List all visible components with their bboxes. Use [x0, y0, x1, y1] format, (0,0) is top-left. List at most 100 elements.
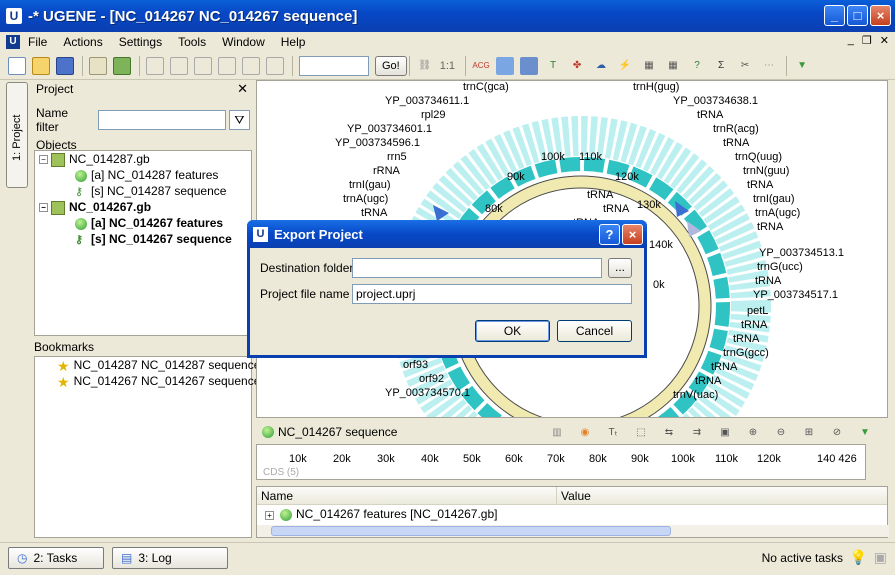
filter-funnel-icon[interactable]: ⛛: [228, 110, 250, 130]
column-header-value[interactable]: Value: [557, 487, 591, 504]
collapse-icon[interactable]: −: [39, 155, 48, 165]
new-project-icon[interactable]: [8, 56, 26, 75]
select-range-icon[interactable]: ⬚: [632, 423, 650, 441]
menu-help[interactable]: Help: [281, 35, 314, 49]
sum-icon[interactable]: Σ: [712, 57, 730, 75]
search-pattern-icon[interactable]: [89, 56, 107, 75]
menu-window[interactable]: Window: [222, 35, 273, 49]
find-repeats-icon[interactable]: [496, 56, 515, 75]
bookmark-item[interactable]: ★ NC_014287 NC_014287 sequence: [35, 357, 260, 374]
project-side-tab[interactable]: 1: Project: [6, 82, 28, 188]
copy-translation-icon[interactable]: [194, 56, 212, 75]
table-row[interactable]: + NC_014267 features [NC_014267.gb]: [257, 505, 887, 523]
toggle-circular-icon[interactable]: ◉: [576, 423, 594, 441]
project-file-name-input[interactable]: project.uprj: [352, 284, 632, 304]
mdi-close-icon[interactable]: ✕: [880, 34, 889, 47]
paste-icon[interactable]: [266, 56, 284, 75]
tree-item-doc[interactable]: − NC_014267.gb: [35, 199, 251, 215]
tree-item-object[interactable]: ⚷ [s] NC_014267 sequence: [35, 231, 251, 247]
menu-tools[interactable]: Tools: [178, 35, 214, 49]
toolbar-separator: [139, 55, 140, 76]
copy-icon[interactable]: [146, 56, 164, 75]
name-filter-input[interactable]: [97, 110, 226, 130]
close-panel-icon[interactable]: ✕: [237, 81, 248, 97]
destination-folder-input[interactable]: [352, 258, 602, 278]
zoom-out-icon[interactable]: ⊖: [772, 423, 790, 441]
save-icon[interactable]: [56, 56, 74, 75]
menu-actions[interactable]: Actions: [63, 35, 110, 49]
translation-icon[interactable]: ⇉: [688, 423, 706, 441]
toggle-overview-icon[interactable]: ▥: [548, 423, 566, 441]
find-orfs-icon[interactable]: [520, 56, 539, 75]
feature-label: tRNA: [733, 333, 760, 345]
go-to-position-input[interactable]: [299, 55, 369, 76]
sequence-ruler[interactable]: 10k 20k 30k 40k 50k 60k 70k 80k 90k 100k…: [256, 444, 866, 480]
tree-item-object[interactable]: [a] NC_014267 features: [35, 215, 251, 231]
log-tab[interactable]: ▤ 3: Log: [112, 547, 228, 569]
mdi-restore-icon[interactable]: ❐: [862, 34, 872, 47]
ok-button[interactable]: OK: [475, 320, 550, 342]
zoom-ratio[interactable]: 1:1: [440, 60, 455, 72]
close-button[interactable]: ×: [870, 5, 891, 26]
go-button[interactable]: Go!: [375, 55, 407, 76]
help-button[interactable]: ?: [599, 224, 620, 245]
align-icon[interactable]: [113, 56, 131, 75]
copy-annotation-translation-icon[interactable]: [242, 56, 260, 75]
feature-label: YP_003734638.1: [673, 95, 759, 107]
maximize-button[interactable]: □: [847, 5, 868, 26]
features-icon: [280, 508, 292, 521]
copy-annotation-icon[interactable]: [218, 56, 236, 75]
dna-flexibility-icon[interactable]: ✤: [568, 57, 586, 75]
workflow-icon[interactable]: ⋯: [760, 57, 778, 75]
toolbar-menu-icon[interactable]: ▼: [793, 57, 811, 75]
ruler-tick-label: 10k: [289, 453, 307, 465]
tree-item-object[interactable]: [a] NC_014287 features: [35, 167, 251, 183]
horizontal-scrollbar[interactable]: [257, 525, 889, 537]
tasks-tab[interactable]: ◷ 2: Tasks: [8, 547, 104, 569]
open-folder-icon[interactable]: [32, 56, 50, 75]
features-icon: [75, 217, 87, 230]
copy-complement-icon[interactable]: [170, 56, 188, 75]
collapse-icon[interactable]: −: [39, 203, 48, 213]
cancel-button[interactable]: Cancel: [557, 320, 632, 342]
find-restriction-sites-icon[interactable]: ACG: [472, 57, 490, 75]
bookmark-item[interactable]: ★ NC_014267 NC_014267 sequence: [35, 373, 260, 390]
dna-icon[interactable]: ✂: [736, 57, 754, 75]
zoom-in-icon[interactable]: ⊕: [744, 423, 762, 441]
mdi-minimize-icon[interactable]: _: [848, 34, 854, 47]
destination-folder-label: Destination folder: [260, 261, 354, 275]
zoom-to-selection-icon[interactable]: ⊞: [800, 423, 818, 441]
export-image-icon[interactable]: ▣: [716, 423, 734, 441]
ugene-app-icon: U: [6, 8, 22, 24]
menu-file[interactable]: File: [28, 35, 55, 49]
dialog-close-button[interactable]: ×: [622, 224, 643, 245]
view-menu-icon[interactable]: ▼: [856, 423, 874, 441]
expand-icon[interactable]: +: [265, 511, 274, 520]
find-tandems-icon[interactable]: T: [544, 57, 562, 75]
dot-plot-icon[interactable]: ▦: [640, 57, 658, 75]
tasks-tab-label: 2: Tasks: [33, 551, 78, 565]
feature-label: rRNA: [373, 165, 400, 177]
dialog-title: Export Project: [274, 226, 363, 242]
position-label: 130k: [637, 199, 661, 211]
browse-button[interactable]: ...: [608, 258, 632, 278]
scrollbar-thumb[interactable]: [271, 526, 671, 536]
link-icon[interactable]: ⛓: [416, 57, 434, 75]
tree-item-doc[interactable]: − NC_014287.gb: [35, 151, 251, 167]
blast-icon[interactable]: ☁: [592, 57, 610, 75]
genbank-doc-icon: [51, 200, 65, 215]
query-designer-icon[interactable]: ?: [688, 57, 706, 75]
tree-item-object[interactable]: ⚷ [s] NC_014287 sequence: [35, 183, 251, 199]
zoom-reset-icon[interactable]: ⊘: [828, 423, 846, 441]
ugene-menu-icon[interactable]: U: [6, 35, 20, 49]
column-header-name[interactable]: Name: [257, 487, 557, 504]
mdi-controls: _ ❐ ✕: [848, 34, 889, 47]
ruler-tick-label: 140 426: [817, 453, 857, 465]
toolbar-separator: [408, 55, 410, 76]
menu-settings[interactable]: Settings: [119, 35, 170, 49]
minimize-button[interactable]: _: [824, 5, 845, 26]
toggle-details-icon[interactable]: Tₜ: [604, 423, 622, 441]
sitecon-icon[interactable]: ▦: [664, 57, 682, 75]
primer-icon[interactable]: ⚡: [616, 57, 634, 75]
sync-icon[interactable]: ⇆: [660, 423, 678, 441]
